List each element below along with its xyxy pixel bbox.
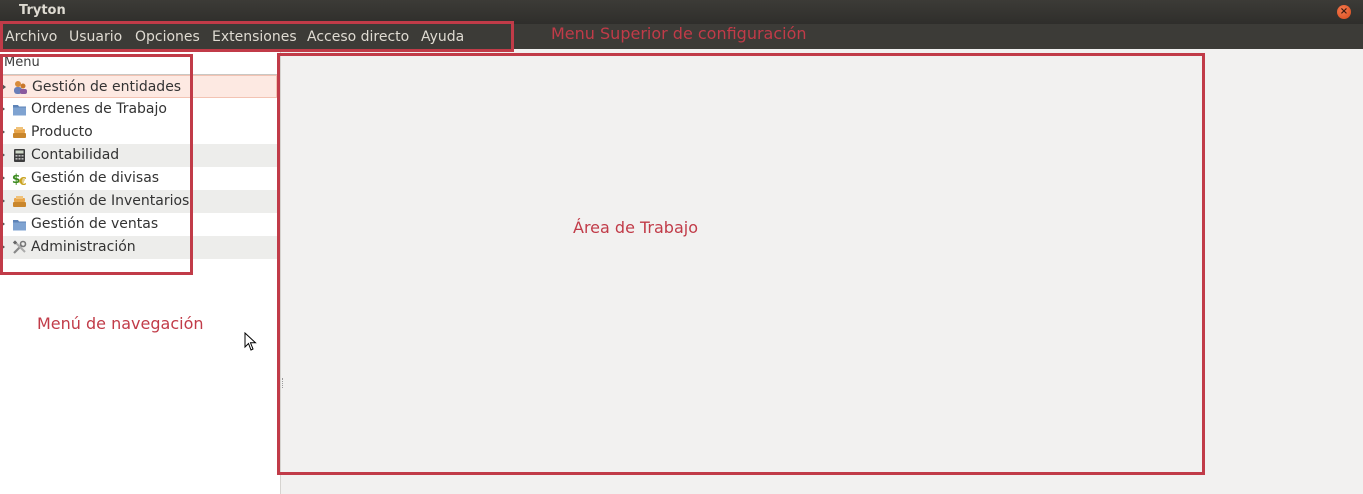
close-icon[interactable]: × xyxy=(1337,5,1351,19)
annotation-work-area: Área de Trabajo xyxy=(573,218,698,237)
annotation-top-menu: Menu Superior de configuración xyxy=(551,24,807,43)
annotation-nav-menu: Menú de navegación xyxy=(37,314,204,333)
annotation-box-top-menu xyxy=(0,21,514,52)
window-title: Tryton xyxy=(19,3,66,18)
annotation-box-work-area xyxy=(277,53,1205,475)
mouse-cursor-icon xyxy=(244,332,257,351)
annotation-box-nav-menu xyxy=(0,54,193,275)
